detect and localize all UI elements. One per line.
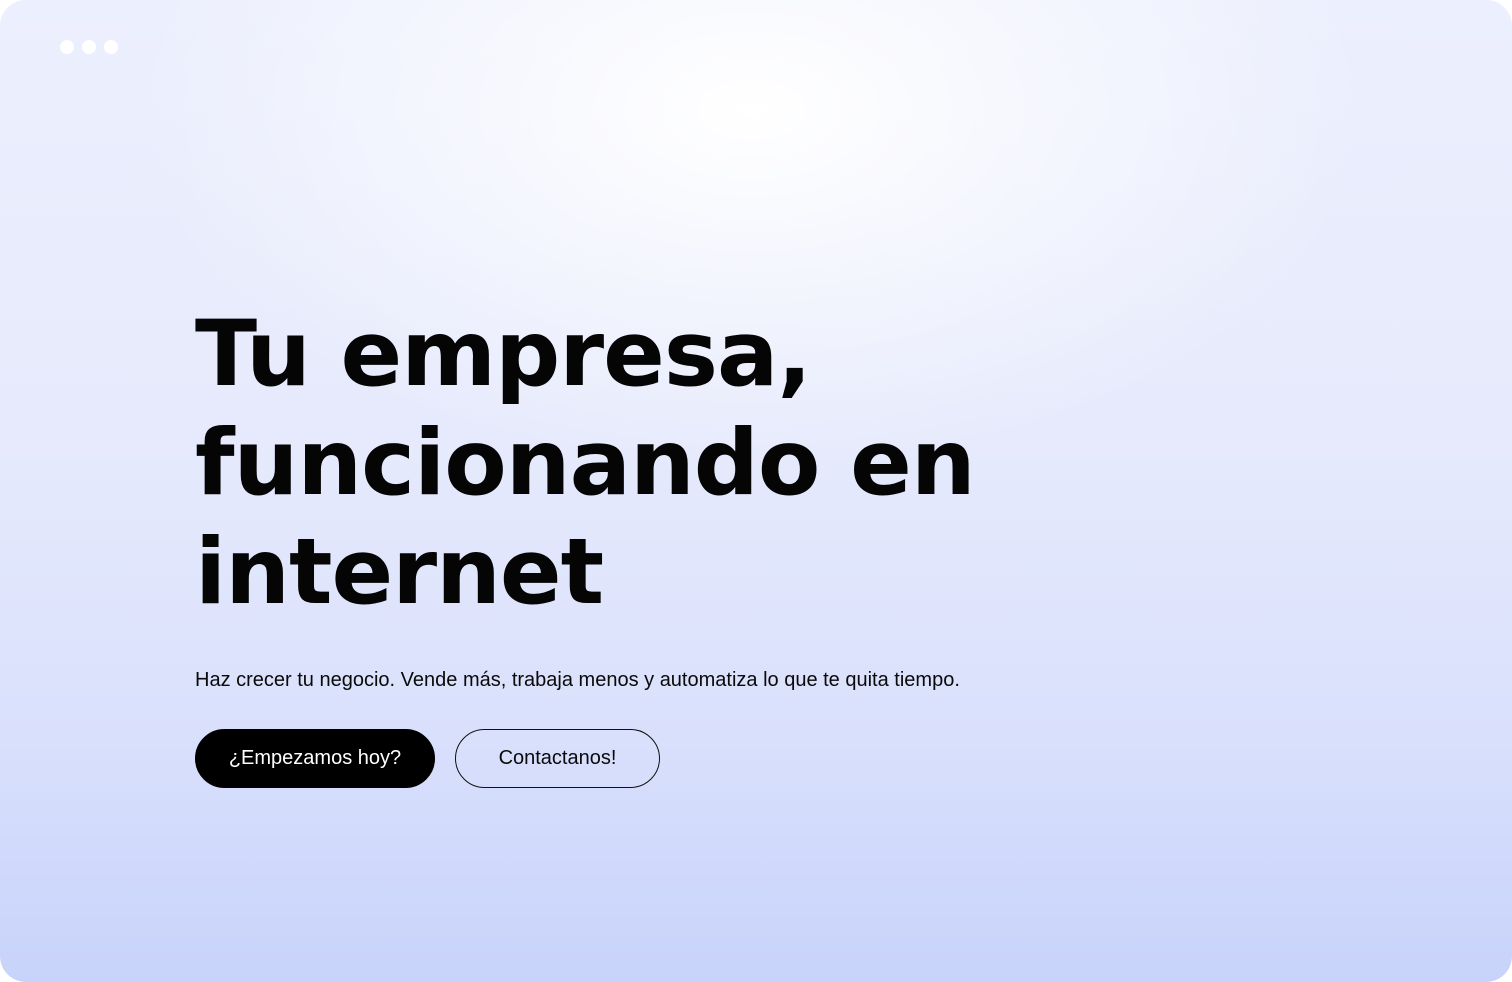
start-today-button[interactable]: ¿Empezamos hoy? xyxy=(195,729,435,788)
hero-section: Tu empresa, funcionando en internet Haz … xyxy=(195,300,1395,788)
browser-window: Tu empresa, funcionando en internet Haz … xyxy=(0,0,1512,982)
window-dot-icon[interactable] xyxy=(82,40,96,54)
window-dot-icon[interactable] xyxy=(60,40,74,54)
window-dot-icon[interactable] xyxy=(104,40,118,54)
hero-title: Tu empresa, funcionando en internet xyxy=(195,302,976,625)
contact-button[interactable]: Contactanos! xyxy=(455,729,660,788)
window-controls xyxy=(60,40,118,54)
hero-actions: ¿Empezamos hoy? Contactanos! xyxy=(195,729,1395,788)
hero-subtitle: Haz crecer tu negocio. Vende más, trabaj… xyxy=(195,669,960,691)
